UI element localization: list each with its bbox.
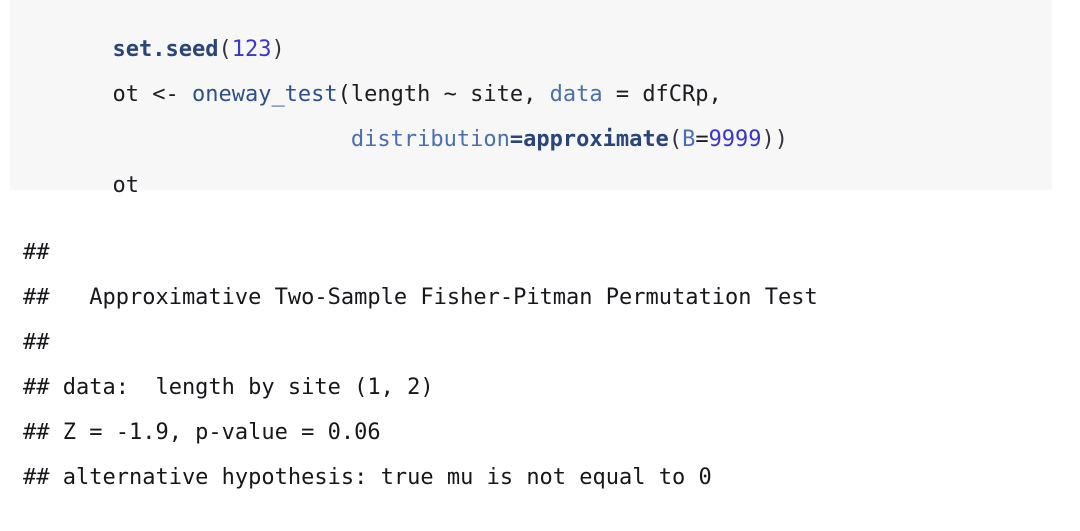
output-line-data: ## data: length by site (1, 2) <box>23 375 434 400</box>
output-line: ## <box>23 330 63 355</box>
r-code-block: set.seed(123) ot <- oneway_test(length ~… <box>10 0 1052 198</box>
code-token-number: 9999 <box>708 127 762 152</box>
code-token-variable: ot <box>112 173 139 198</box>
output-line-test-title: ## Approximative Two-Sample Fisher-Pitma… <box>23 285 818 310</box>
output-line-statistic: ## Z = -1.9, p-value = 0.06 <box>23 420 381 445</box>
code-token-function: approximate <box>523 127 669 152</box>
code-line-4: ot <box>33 150 139 222</box>
output-line: ## <box>23 240 63 265</box>
code-token-equals: = <box>509 127 524 152</box>
console-output: ## ## Approximative Two-Sample Fisher-Pi… <box>23 230 1073 500</box>
output-line-alternative: ## alternative hypothesis: true mu is no… <box>23 465 712 490</box>
code-token-argument-b: B <box>682 127 696 152</box>
code-token-equals-b: = <box>695 127 709 152</box>
code-token-paren-close: )) <box>761 127 789 152</box>
console-transcript-page: set.seed(123) ot <- oneway_test(length ~… <box>0 0 1080 531</box>
code-token-indent <box>112 127 350 152</box>
code-line-3: distribution=approximate(B=9999)) <box>33 104 788 176</box>
code-token-argument: distribution <box>350 127 510 152</box>
code-token-paren-open: ( <box>668 127 683 152</box>
